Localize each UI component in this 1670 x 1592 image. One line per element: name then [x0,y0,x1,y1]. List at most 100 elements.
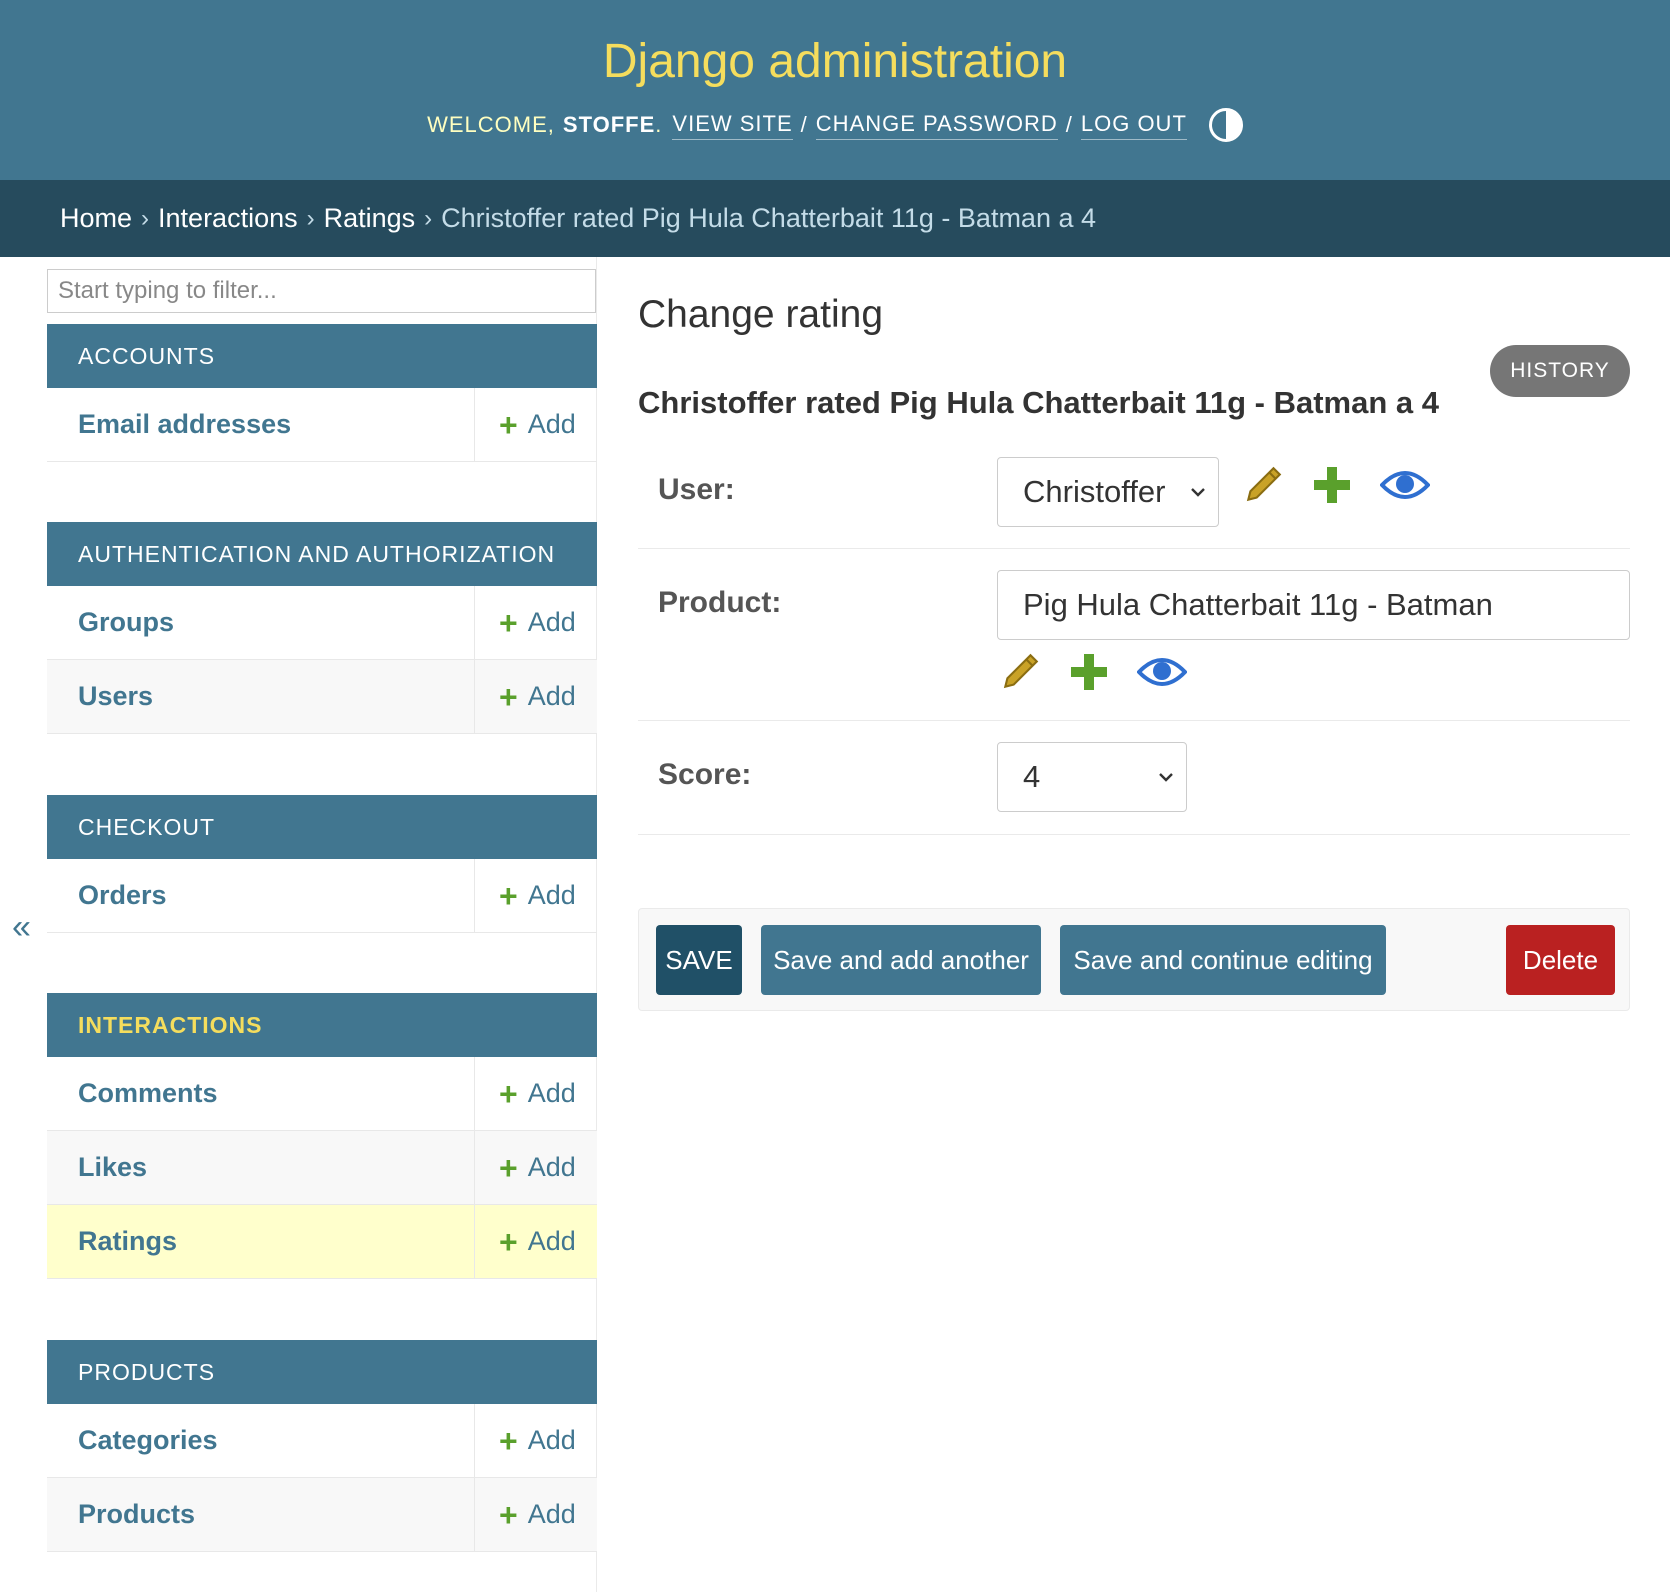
pencil-icon[interactable] [999,651,1041,693]
add-order-link[interactable]: + Add [474,859,597,932]
change-password-link[interactable]: CHANGE PASSWORD [815,111,1058,140]
plus-icon: + [499,604,518,641]
plus-icon: + [499,877,518,914]
add-label: Add [527,1226,576,1256]
score-label: Score: [658,758,752,791]
breadcrumb-separator: › [424,204,433,232]
plus-icon: + [499,1496,518,1533]
theme-toggle-icon[interactable] [1208,108,1243,142]
model-link[interactable]: Users [47,681,474,712]
log-out-link[interactable]: LOG OUT [1080,111,1187,140]
separator: / [800,112,808,137]
breadcrumb-interactions[interactable]: Interactions [158,203,298,234]
form-row-product: Product: Pig Hula Chatterbait 11g - Batm… [638,549,1630,721]
sidebar-item-email-addresses: Email addresses + Add [47,388,597,462]
app-products-caption[interactable]: PRODUCTS [47,1340,597,1404]
delete-button[interactable]: Delete [1506,925,1615,995]
pencil-icon[interactable] [1242,464,1284,506]
toggle-sidebar-button[interactable]: « [12,908,31,947]
add-label: Add [527,880,576,910]
sidebar-item-categories: Categories + Add [47,1404,597,1478]
object-title: Christoffer rated Pig Hula Chatterbait 1… [638,385,1440,420]
add-label: Add [527,1152,576,1182]
sidebar-filter-input[interactable]: Start typing to filter... [47,269,596,313]
save-and-add-another-button[interactable]: Save and add another [761,925,1041,995]
breadcrumb: Home › Interactions › Ratings › Christof… [0,180,1670,257]
product-related-actions [999,651,1187,693]
add-category-link[interactable]: + Add [474,1404,597,1477]
history-button[interactable]: HISTORY [1490,345,1630,397]
separator: / [1065,112,1073,137]
score-select-value: 4 [1023,759,1041,794]
add-label: Add [527,681,576,711]
score-select[interactable]: 4 [997,742,1187,812]
welcome-text: WELCOME, [427,112,555,137]
app-checkout-caption[interactable]: CHECKOUT [47,795,597,859]
sidebar-item-comments: Comments + Add [47,1057,597,1131]
add-label: Add [527,1078,576,1108]
user-tools: WELCOME, STOFFE . VIEW SITE / CHANGE PAS… [0,108,1670,142]
plus-icon: + [499,1422,518,1459]
chevron-down-icon [1191,488,1205,497]
sidebar-item-orders: Orders + Add [47,859,597,933]
model-link[interactable]: Groups [47,607,474,638]
submit-row: SAVE Save and add another Save and conti… [638,908,1630,1011]
form-row-score: Score: 4 [638,721,1630,835]
breadcrumb-current: Christoffer rated Pig Hula Chatterbait 1… [441,203,1096,233]
add-label: Add [527,1425,576,1455]
add-product-link[interactable]: + Add [474,1478,597,1551]
model-link[interactable]: Categories [47,1425,474,1456]
app-auth-caption[interactable]: AUTHENTICATION AND AUTHORIZATION [47,522,597,586]
plus-icon[interactable] [1069,652,1109,692]
breadcrumb-home[interactable]: Home [60,203,132,234]
page-title: Change rating [638,293,884,336]
plus-icon: + [499,1149,518,1186]
username: STOFFE [562,112,656,137]
app-interactions-caption[interactable]: INTERACTIONS [47,993,597,1057]
add-email-address-link[interactable]: + Add [474,388,597,461]
nav-sidebar: Start typing to filter... ACCOUNTS Email… [46,257,597,1592]
model-link[interactable]: Email addresses [47,409,474,440]
plus-icon: + [499,1223,518,1260]
save-button[interactable]: SAVE [656,925,742,995]
sidebar-item-products: Products + Add [47,1478,597,1552]
user-select[interactable]: Christoffer [997,457,1219,527]
add-user-link[interactable]: + Add [474,660,597,733]
form-row-user: User: Christoffer [638,444,1630,549]
breadcrumb-ratings[interactable]: Ratings [324,203,416,234]
app-accounts-caption[interactable]: ACCOUNTS [47,324,597,388]
model-link[interactable]: Likes [47,1152,474,1183]
model-link[interactable]: Ratings [47,1226,474,1257]
user-related-actions [1242,464,1430,506]
model-link[interactable]: Comments [47,1078,474,1109]
eye-icon[interactable] [1137,654,1187,690]
sidebar-item-groups: Groups + Add [47,586,597,660]
add-label: Add [527,409,576,439]
site-header: Django administration WELCOME, STOFFE . … [0,0,1670,180]
add-comment-link[interactable]: + Add [474,1057,597,1130]
product-select[interactable]: Pig Hula Chatterbait 11g - Batman [997,570,1630,640]
sidebar-item-ratings: Ratings + Add [47,1205,597,1279]
model-link[interactable]: Products [47,1499,474,1530]
add-rating-link[interactable]: + Add [474,1205,597,1278]
user-select-value: Christoffer [1023,474,1166,509]
plus-icon: + [499,1075,518,1112]
plus-icon[interactable] [1312,465,1352,505]
product-label: Product: [658,586,782,619]
add-like-link[interactable]: + Add [474,1131,597,1204]
view-site-link[interactable]: VIEW SITE [672,111,793,140]
save-and-continue-button[interactable]: Save and continue editing [1060,925,1386,995]
breadcrumb-separator: › [141,204,150,232]
breadcrumb-separator: › [306,204,315,232]
add-label: Add [527,1499,576,1529]
sidebar-item-likes: Likes + Add [47,1131,597,1205]
welcome-period: . [655,112,663,137]
site-brand[interactable]: Django administration [0,34,1670,89]
add-label: Add [527,607,576,637]
add-group-link[interactable]: + Add [474,586,597,659]
plus-icon: + [499,406,518,443]
eye-icon[interactable] [1380,467,1430,503]
user-label: User: [658,473,735,506]
chevron-down-icon [1159,773,1173,782]
model-link[interactable]: Orders [47,880,474,911]
